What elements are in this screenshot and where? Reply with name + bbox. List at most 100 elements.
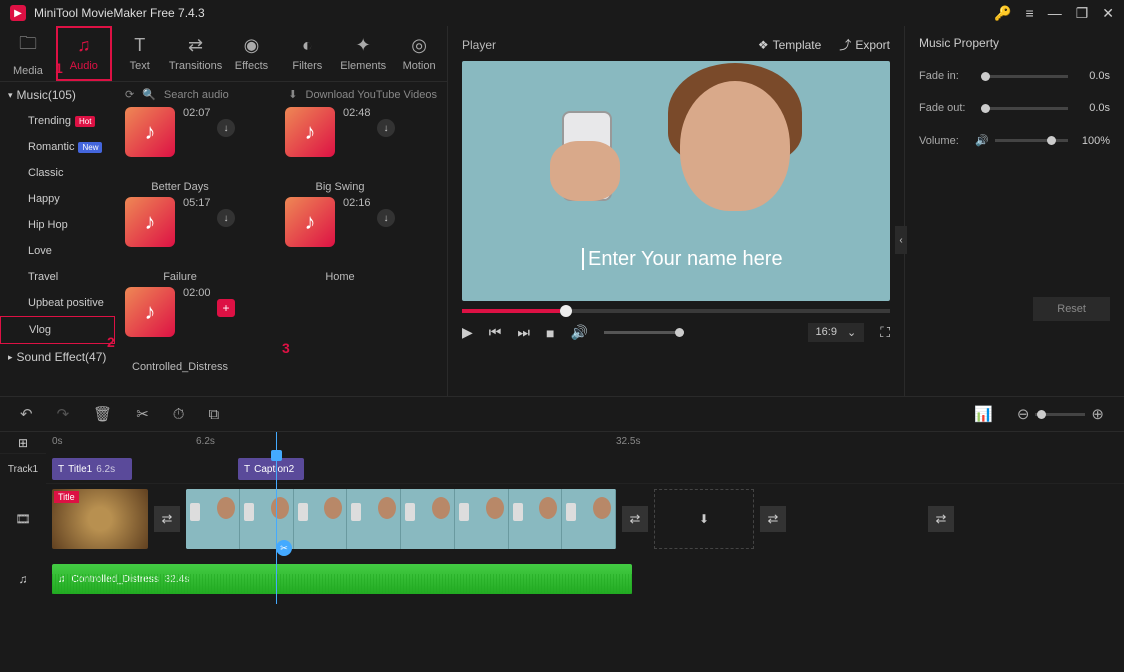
tab-transitions[interactable]: ⇄Transitions [168, 26, 224, 81]
app-logo: ▶ [10, 5, 26, 21]
add-track-button[interactable]: ⊞ [0, 432, 46, 454]
tab-effects[interactable]: ◉Effects [224, 26, 280, 81]
minimize-button[interactable]: — [1048, 5, 1062, 21]
effects-icon: ◉ [244, 35, 260, 56]
title-clip[interactable]: TTitle16.2s [52, 458, 132, 480]
transition-slot[interactable]: ⇄ [154, 506, 180, 532]
sidebar-item-romantic[interactable]: RomanticNew [0, 134, 115, 160]
tab-text[interactable]: TText [112, 26, 168, 81]
key-icon[interactable]: 🔑 [994, 5, 1011, 22]
template-icon: ❖ [758, 38, 769, 52]
download-button[interactable]: ↓ [217, 209, 235, 227]
audio-track-icon: ♫ [0, 554, 46, 604]
text-icon: T [134, 35, 145, 56]
sidebar-sound-header[interactable]: ▸Sound Effect(47) [0, 344, 115, 370]
play-button[interactable]: ▶ [462, 324, 473, 341]
reset-button[interactable]: Reset [1033, 297, 1110, 321]
export-button[interactable]: ⤴Export [839, 36, 890, 53]
main-video-clip[interactable] [186, 489, 616, 549]
elements-icon: ✦ [356, 35, 371, 56]
next-button[interactable]: ⏭ [517, 324, 530, 341]
fade-out-slider[interactable] [981, 107, 1068, 110]
progress-bar[interactable] [462, 309, 890, 313]
video-preview[interactable]: Enter Your name here [462, 61, 890, 301]
sidebar-music-header[interactable]: ▾Music(105) [0, 82, 115, 108]
sidebar-item-trending[interactable]: TrendingHot [0, 108, 115, 134]
fade-in-slider[interactable] [981, 75, 1068, 78]
video-track[interactable]: Title ⇄ ⇄ ⬇ ⇄ ⇄ ✂ [46, 484, 1124, 554]
maximize-button[interactable]: ❐ [1076, 5, 1089, 22]
fullscreen-button[interactable]: ⛶ [880, 324, 890, 341]
youtube-link[interactable]: Download YouTube Videos [306, 89, 438, 101]
zoom-out-button[interactable]: ⊖ [1017, 405, 1030, 423]
cut-marker[interactable]: ✂ [276, 540, 292, 556]
template-button[interactable]: ❖Template [758, 36, 821, 53]
tab-elements[interactable]: ✦Elements [335, 26, 391, 81]
sidebar-item-happy[interactable]: Happy [0, 186, 115, 212]
player-title: Player [462, 38, 496, 52]
tab-filters[interactable]: ◐Filters [279, 26, 335, 81]
sidebar-item-travel[interactable]: Travel [0, 264, 115, 290]
prev-button[interactable]: ⏮ [489, 324, 502, 341]
sidebar-item-upbeat[interactable]: Upbeat positive [0, 290, 115, 316]
tab-audio[interactable]: ♫Audio [56, 26, 112, 81]
sidebar-item-love[interactable]: Love [0, 238, 115, 264]
tab-motion[interactable]: ◎Motion [391, 26, 447, 81]
sidebar-item-hiphop[interactable]: Hip Hop [0, 212, 115, 238]
audio-toggle-icon[interactable]: 📊 [974, 405, 993, 423]
sidebar-item-vlog[interactable]: Vlog [0, 316, 115, 344]
stop-button[interactable]: ■ [546, 325, 554, 341]
transition-slot[interactable]: ⇄ [760, 506, 786, 532]
track1-label: Track1 [0, 454, 46, 484]
zoom-in-button[interactable]: ⊕ [1091, 405, 1104, 423]
audio-card[interactable]: ♪02:16↓ Home [285, 197, 395, 283]
redo-button[interactable]: ↷ [57, 405, 70, 423]
playhead[interactable] [276, 432, 277, 604]
undo-button[interactable]: ↶ [20, 405, 33, 423]
music-thumb-icon: ♪ [125, 107, 175, 157]
aspect-ratio-select[interactable]: 16:9⌄ [808, 323, 865, 342]
caption-clip[interactable]: TCaption2 [238, 458, 304, 480]
sidebar: ▾Music(105) TrendingHot RomanticNew Clas… [0, 82, 115, 396]
crop-button[interactable]: ⧉ [208, 406, 219, 423]
audio-card[interactable]: ♪02:07↓ Better Days [125, 107, 235, 193]
audio-track[interactable]: ♫Controlled_Distress32.4s [46, 554, 1124, 604]
audio-card[interactable]: ♪02:00+ Controlled_Distress [125, 287, 235, 373]
collapse-button[interactable]: ‹ [895, 226, 907, 254]
volume-icon[interactable]: 🔊 [570, 324, 587, 341]
transition-slot[interactable]: ⇄ [622, 506, 648, 532]
motion-icon: ◎ [411, 35, 427, 56]
zoom-slider[interactable] [1035, 413, 1085, 416]
cut-button[interactable]: ✂ [136, 405, 149, 423]
export-icon: ⤴ [839, 36, 851, 53]
delete-button[interactable]: 🗑 [93, 405, 112, 423]
audio-card[interactable]: ♪02:48↓ Big Swing [285, 107, 395, 193]
badge-new: New [78, 142, 102, 153]
volume-label: Volume: [919, 135, 975, 147]
menu-icon[interactable]: ≡ [1026, 5, 1034, 21]
search-input[interactable]: Search audio [164, 89, 280, 101]
download-button[interactable]: ↓ [377, 209, 395, 227]
sidebar-item-classic[interactable]: Classic [0, 160, 115, 186]
audio-card[interactable]: ♪05:17↓ Failure [125, 197, 235, 283]
transition-slot[interactable]: ⇄ [928, 506, 954, 532]
volume-prop-slider[interactable] [995, 139, 1068, 142]
speed-button[interactable]: ⏱ [173, 406, 185, 423]
volume-slider[interactable] [604, 331, 684, 334]
property-title: Music Property [919, 36, 1110, 50]
title-video-clip[interactable]: Title [52, 489, 148, 549]
audio-clip[interactable]: ♫Controlled_Distress32.4s [52, 564, 632, 594]
transitions-icon: ⇄ [188, 35, 203, 56]
download-button[interactable]: ↓ [377, 119, 395, 137]
add-button[interactable]: + [217, 299, 235, 317]
timeline-ruler[interactable]: 0s 6.2s 32.5s [46, 432, 1124, 454]
tab-media[interactable]: 🗀Media [0, 26, 56, 81]
clip-placeholder[interactable]: ⬇ [654, 489, 754, 549]
fade-out-label: Fade out: [919, 102, 975, 114]
download-button[interactable]: ↓ [217, 119, 235, 137]
text-track[interactable]: TTitle16.2s TCaption2 [46, 454, 1124, 484]
close-button[interactable]: ✕ [1102, 5, 1114, 22]
refresh-icon[interactable]: ⟳ [125, 88, 134, 101]
speaker-icon[interactable]: 🔊 [975, 134, 989, 147]
video-track-icon: 🎞 [0, 484, 46, 554]
